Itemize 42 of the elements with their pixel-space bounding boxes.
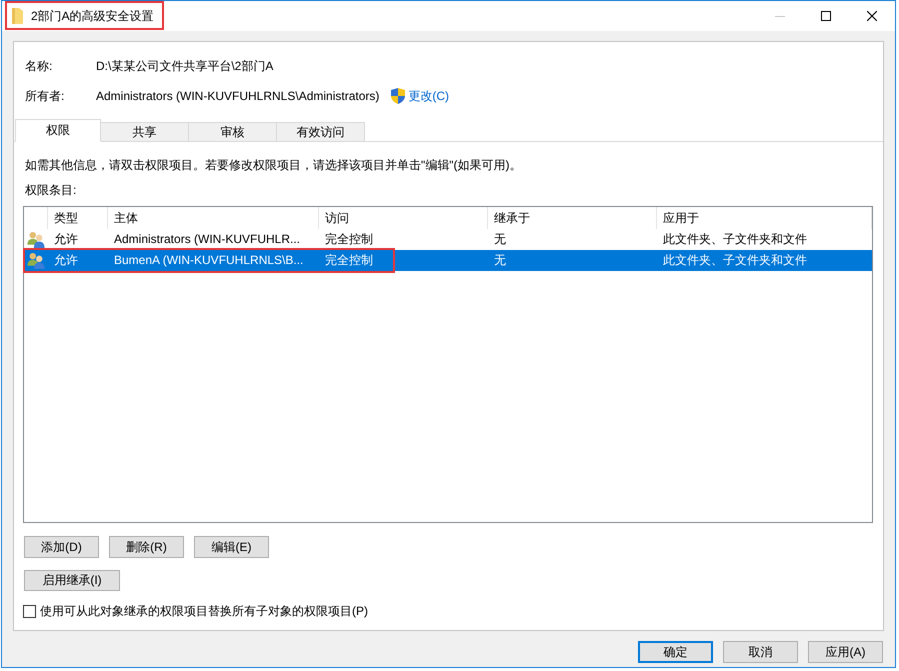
dialog-button[interactable]: 取消	[723, 641, 798, 663]
column-header[interactable]: 应用于	[657, 207, 872, 229]
tab[interactable]: 共享	[101, 122, 189, 142]
permission-row[interactable]: 允许 Administrators (WIN-KUVFUHLR... 完全控制 无 此文件夹、子文件夹和文件	[24, 229, 872, 250]
tab[interactable]: 审核	[189, 122, 277, 142]
dialog-button[interactable]: 应用(A)	[808, 641, 883, 663]
field-label: 名称:	[25, 58, 54, 74]
field-value: Administrators (WIN-KUVFUHLRNLS\Administrators)	[96, 89, 380, 103]
dialog-button[interactable]: 确定	[638, 641, 713, 663]
button[interactable]: 删除(R)	[109, 536, 184, 558]
field-value: D:\某某公司文件共享平台\2部门A	[96, 58, 274, 74]
table-cell-text: 允许	[53, 231, 79, 248]
checkbox-label[interactable]: 使用可从此对象继承的权限项目替换所有子对象的权限项目(P)	[40, 603, 368, 619]
tab[interactable]: 权限	[15, 119, 101, 142]
column-header[interactable]: 主体	[108, 207, 319, 229]
table-cell-text: 此文件夹、子文件夹和文件	[662, 231, 808, 248]
column-header[interactable]: 类型	[48, 207, 108, 229]
table-cell-text: 完全控制	[324, 231, 374, 248]
change-owner-link[interactable]: 更改(C)	[408, 88, 450, 104]
button[interactable]: 添加(D)	[24, 536, 99, 558]
field-label: 所有者:	[25, 88, 66, 104]
column-header[interactable]: 访问	[319, 207, 488, 229]
table-cell-text: 无	[493, 231, 507, 248]
tab[interactable]: 有效访问	[277, 122, 365, 142]
users-icon	[27, 232, 45, 248]
checkbox[interactable]	[23, 604, 36, 618]
table-cell-text: 允许	[53, 252, 79, 269]
column-header[interactable]: 继承于	[488, 207, 657, 229]
users-icon	[27, 252, 45, 268]
table-cell-text: 此文件夹、子文件夹和文件	[662, 252, 808, 269]
table-cell-text: 无	[493, 252, 507, 269]
shield-icon	[391, 88, 406, 104]
table-cell-text: BumenA (WIN-KUVFUHLRNLS\B...	[113, 252, 304, 269]
table-cell-text: 完全控制	[324, 252, 374, 269]
info-text: 如需其他信息，请双击权限项目。若要修改权限项目，请选择该项目并单击"编辑"(如果可用)。	[24, 157, 523, 173]
permission-row[interactable]: 允许 BumenA (WIN-KUVFUHLRNLS\B... 完全控制 无 此文件夹、子文件夹和文件	[24, 250, 872, 271]
window-title: 2部门A的高级安全设置	[31, 8, 154, 24]
enable-inheritance-button[interactable]: 启用继承(I)	[24, 570, 120, 591]
button[interactable]: 编辑(E)	[194, 536, 269, 558]
section-label: 权限条目:	[24, 182, 78, 198]
folder-icon	[12, 8, 23, 24]
table-cell-text: Administrators (WIN-KUVFUHLR...	[113, 231, 302, 248]
